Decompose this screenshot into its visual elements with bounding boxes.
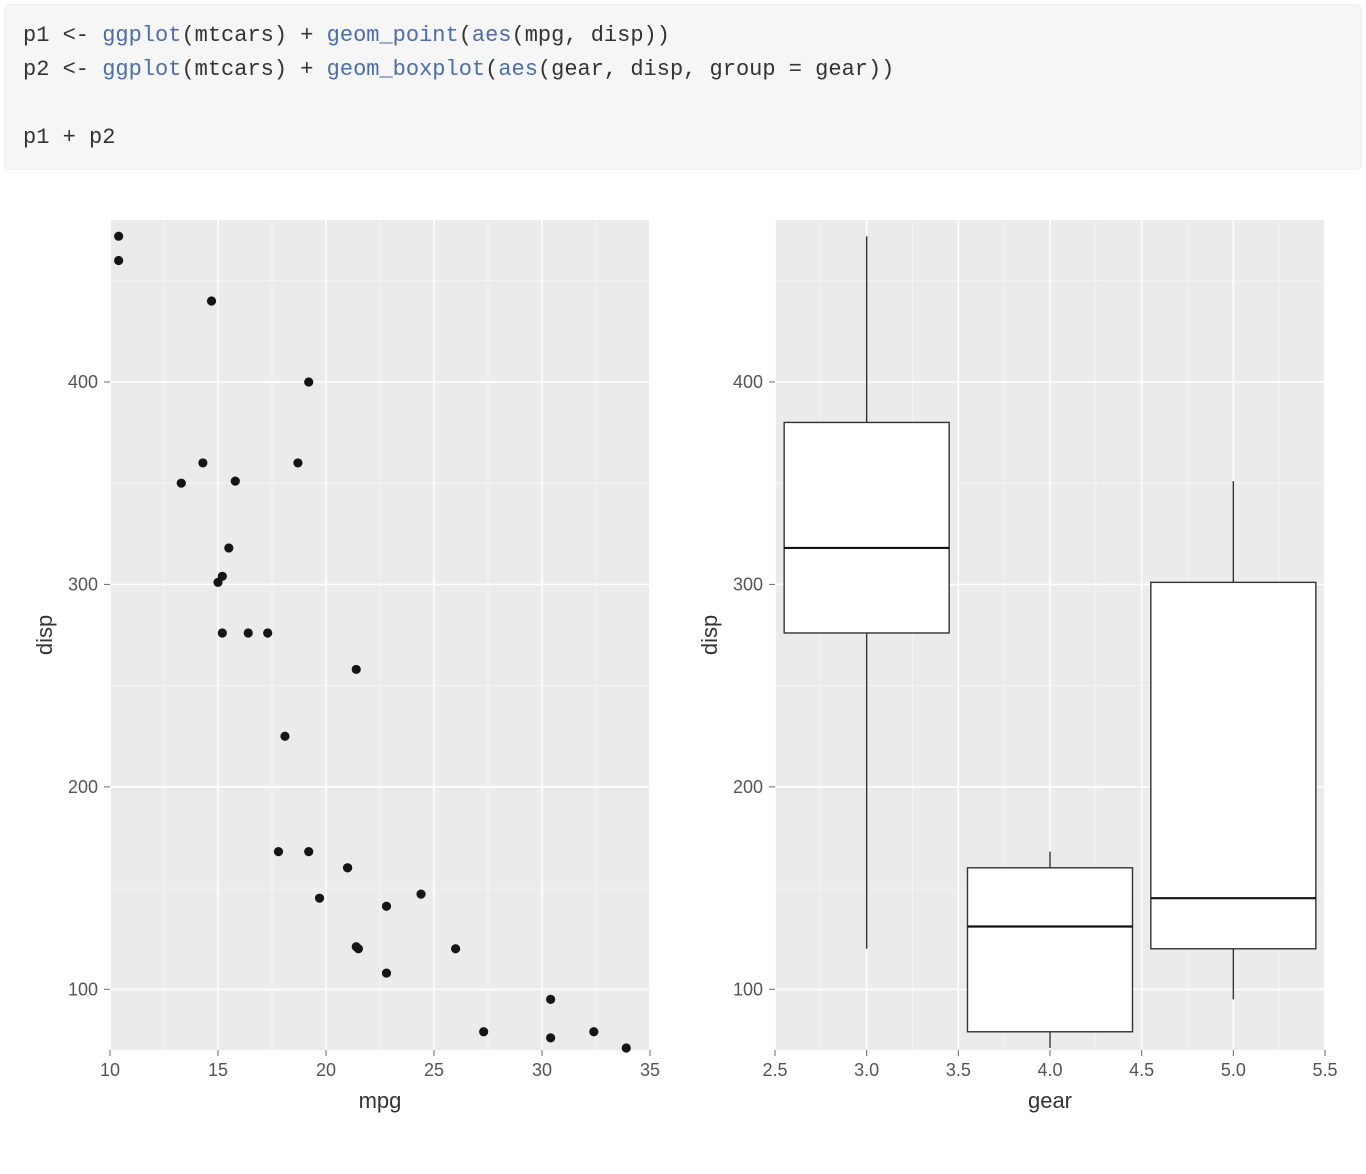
scatter-chart: 10 15 20 25 30 35 100 200 300 400 mpg disp xyxy=(10,200,670,1140)
y-tick-label: 100 xyxy=(733,980,763,1000)
scatter-point xyxy=(479,1028,488,1037)
scatter-point xyxy=(280,732,289,741)
y-tick-label: 300 xyxy=(733,575,763,595)
x-tick-label: 3.0 xyxy=(854,1060,879,1080)
x-tick-label: 3.5 xyxy=(946,1060,971,1080)
scatter-point xyxy=(231,477,240,486)
y-tick-label: 200 xyxy=(68,777,98,797)
scatter-point xyxy=(315,894,324,903)
x-tick-label: 25 xyxy=(424,1060,444,1080)
scatter-point xyxy=(382,969,391,978)
scatter-point xyxy=(177,479,186,488)
code-line-3: p1 + p2 xyxy=(23,125,115,150)
x-tick-label: 2.5 xyxy=(762,1060,787,1080)
code-block: p1 <- ggplot(mtcars) + geom_point(aes(mp… xyxy=(4,4,1362,170)
scatter-point xyxy=(589,1028,598,1037)
charts-row: 10 15 20 25 30 35 100 200 300 400 mpg disp 2.5 3.0 3.… xyxy=(0,200,1366,1140)
scatter-point xyxy=(451,945,460,954)
y-axis-title: disp xyxy=(697,615,722,655)
scatter-point xyxy=(244,629,253,638)
scatter-point xyxy=(293,459,302,468)
x-tick-label: 15 xyxy=(208,1060,228,1080)
scatter-point xyxy=(546,1034,555,1043)
scatter-point xyxy=(416,890,425,899)
x-tick-label: 20 xyxy=(316,1060,336,1080)
scatter-point xyxy=(224,544,233,553)
scatter-point xyxy=(207,297,216,306)
box xyxy=(968,868,1133,1032)
x-tick-label: 10 xyxy=(100,1060,120,1080)
scatter-point xyxy=(546,995,555,1004)
scatter-point xyxy=(218,629,227,638)
x-axis-title: gear xyxy=(1028,1088,1072,1113)
scatter-point xyxy=(274,847,283,856)
scatter-point xyxy=(198,459,207,468)
scatter-point xyxy=(352,943,361,952)
y-tick-label: 100 xyxy=(68,980,98,1000)
scatter-point xyxy=(304,847,313,856)
boxplot-chart: 2.5 3.0 3.5 4.0 4.5 5.0 5.5 100 200 300 400 gear dis… xyxy=(670,200,1340,1140)
scatter-point xyxy=(343,864,352,873)
code-line-1: p1 <- ggplot(mtcars) + geom_point(aes(mp… xyxy=(23,23,670,48)
scatter-point xyxy=(382,902,391,911)
scatter-point xyxy=(352,665,361,674)
box xyxy=(784,423,949,634)
scatter-point xyxy=(213,578,222,587)
y-tick-label: 400 xyxy=(733,372,763,392)
code-line-2: p2 <- ggplot(mtcars) + geom_boxplot(aes(… xyxy=(23,57,894,82)
y-tick-label: 200 xyxy=(733,777,763,797)
x-tick-label: 5.0 xyxy=(1221,1060,1246,1080)
scatter-point xyxy=(263,629,272,638)
y-tick-label: 400 xyxy=(68,372,98,392)
scatter-point xyxy=(114,232,123,241)
scatter-point xyxy=(114,256,123,265)
scatter-point xyxy=(622,1044,631,1053)
x-axis-title: mpg xyxy=(359,1088,402,1113)
y-tick-label: 300 xyxy=(68,575,98,595)
box xyxy=(1151,583,1316,949)
x-tick-label: 5.5 xyxy=(1312,1060,1337,1080)
x-tick-label: 30 xyxy=(532,1060,552,1080)
x-tick-label: 35 xyxy=(640,1060,660,1080)
y-axis-title: disp xyxy=(32,615,57,655)
x-tick-label: 4.0 xyxy=(1037,1060,1062,1080)
scatter-point xyxy=(304,378,313,387)
x-tick-label: 4.5 xyxy=(1129,1060,1154,1080)
